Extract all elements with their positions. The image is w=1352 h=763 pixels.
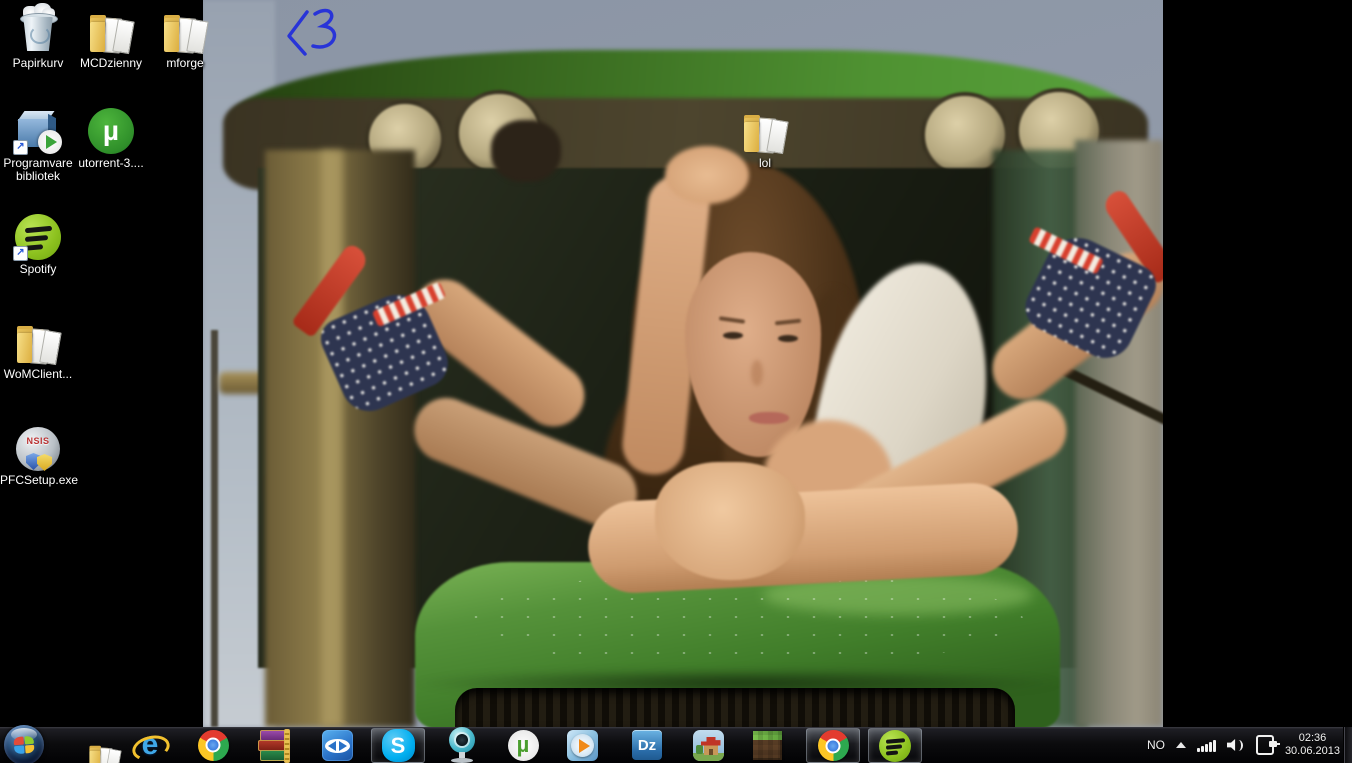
clock-time: 02:36: [1298, 732, 1327, 744]
utorrent-glyph: µ: [516, 732, 530, 757]
taskbar-button-utorrent[interactable]: µ: [496, 727, 550, 763]
flag-shoe: [1017, 180, 1163, 370]
taskbar-button-spotify[interactable]: [868, 728, 922, 763]
taskbar-button-minecraft-house-app[interactable]: [681, 727, 735, 763]
network-signal-icon[interactable]: [1196, 738, 1216, 752]
chrome-icon: [197, 729, 229, 761]
grass-block-icon: [752, 730, 782, 760]
shield-icon: [37, 454, 52, 471]
taskbar-button-internet-explorer[interactable]: e: [123, 727, 177, 763]
desktop-icon-label: Programvare bibliotek: [3, 156, 73, 183]
taskbar-button-winrar[interactable]: [246, 727, 300, 763]
taskbar-button-windows-explorer[interactable]: [61, 727, 122, 763]
shortcut-arrow-icon: ↗: [13, 246, 28, 261]
start-button[interactable]: [4, 725, 44, 763]
desktop-icon-label: utorrent-3....: [78, 156, 144, 170]
software-library-icon: ↗: [13, 108, 62, 155]
taskbar-button-chrome-running[interactable]: [806, 728, 860, 763]
webcam-icon: [447, 727, 477, 763]
girl-face-detail: [778, 335, 798, 342]
taskbar-button-chrome-pinned[interactable]: [186, 727, 240, 763]
wallpaper-shape: [211, 330, 218, 727]
desktop-icon-label: lol: [758, 156, 771, 170]
taskbar-button-dz-app[interactable]: Dz: [620, 727, 674, 763]
utorrent-glyph: µ: [102, 115, 120, 146]
show-hidden-icons-icon[interactable]: [1175, 742, 1186, 748]
ie-swoosh: [129, 731, 173, 763]
desktop-icon-label: mforge: [166, 56, 204, 70]
desktop-icon-mforge[interactable]: mforge: [147, 6, 223, 70]
wallpaper-photo: lol: [203, 0, 1163, 727]
desktop-icon-utorrent-installer[interactable]: µ utorrent-3....: [73, 106, 149, 170]
desktop-icon-label: Spotify: [19, 262, 57, 276]
taskbar: e S µ Dz NO 02:36 30.06.2013: [0, 725, 1352, 763]
desktop-icon-spotify[interactable]: ↗ Spotify: [0, 212, 76, 276]
dz-glyph: Dz: [637, 736, 657, 754]
spotify-icon: [879, 729, 911, 762]
girl-hand: [655, 462, 805, 580]
desktop-icon-mcdzienny[interactable]: MCDzienny: [73, 6, 149, 70]
wallpaper-shape: [321, 150, 343, 727]
folder-icon: [742, 114, 789, 155]
folder-icon: [15, 325, 62, 366]
girl-face-detail: [749, 412, 789, 424]
language-indicator[interactable]: NO: [1147, 738, 1165, 752]
girl-hand: [491, 120, 561, 182]
winrar-books-icon: [256, 729, 290, 763]
pixel-house-icon: [692, 729, 724, 761]
girl-face-detail: [751, 360, 763, 386]
desktop-icon-womclient[interactable]: WoMClient...: [0, 317, 76, 381]
nsis-glyph: NSIS: [26, 436, 50, 446]
taskbar-button-minecraft[interactable]: [740, 727, 794, 763]
safely-remove-hardware-icon[interactable]: [1255, 735, 1280, 755]
utorrent-icon: µ: [88, 108, 134, 154]
chrome-icon: [817, 730, 849, 761]
spotify-icon: ↗: [13, 214, 61, 261]
desktop-icon-label: PFCSetup.exe: [0, 473, 79, 487]
recycle-bin-icon: [18, 3, 58, 54]
skype-glyph: S: [390, 732, 406, 758]
folder-icon: [162, 14, 209, 55]
folder-icon: [88, 14, 135, 55]
windows-flag-icon: [13, 735, 35, 755]
teamviewer-icon: [321, 729, 353, 761]
desktop-screen: lol Papirkurv MCDzienny mforge ↗ Program…: [0, 0, 1352, 763]
desktop-icon-label: WoMClient...: [3, 367, 73, 381]
tractor-grille: [455, 688, 1015, 727]
desktop-icon-label: Papirkurv: [12, 56, 64, 70]
volume-icon[interactable]: [1226, 738, 1245, 753]
desktop-icon-lol[interactable]: lol: [734, 106, 796, 170]
desktop-icon-label: MCDzienny: [79, 56, 142, 70]
show-desktop-button[interactable]: [1343, 727, 1352, 763]
desktop-icon-pfcsetup[interactable]: NSIS PFCSetup.exe: [0, 423, 79, 487]
taskbar-clock[interactable]: 02:36 30.06.2013: [1285, 732, 1340, 758]
skype-icon: S: [381, 729, 415, 762]
dz-icon: Dz: [632, 730, 662, 760]
taskbar-button-manycam[interactable]: [435, 727, 489, 763]
flag-shoe: [291, 240, 458, 421]
girl-face-detail: [723, 332, 743, 339]
media-player-icon: [566, 729, 598, 761]
nsis-installer-icon: NSIS: [16, 427, 60, 471]
taskbar-button-windows-media-player[interactable]: [555, 727, 609, 763]
clock-date: 30.06.2013: [1284, 745, 1340, 757]
taskbar-button-skype[interactable]: S: [371, 728, 425, 763]
internet-explorer-icon: e: [129, 728, 173, 763]
taskbar-button-teamviewer[interactable]: [310, 727, 364, 763]
desktop-icon-programvare-bibliotek[interactable]: ↗ Programvare bibliotek: [0, 106, 76, 183]
utorrent-icon: µ: [507, 729, 539, 761]
heart-drawing: [287, 8, 337, 56]
system-tray: NO 02:36 30.06.2013: [1147, 727, 1340, 763]
desktop-icon-papirkurv[interactable]: Papirkurv: [0, 3, 76, 70]
shortcut-arrow-icon: ↗: [13, 140, 28, 155]
